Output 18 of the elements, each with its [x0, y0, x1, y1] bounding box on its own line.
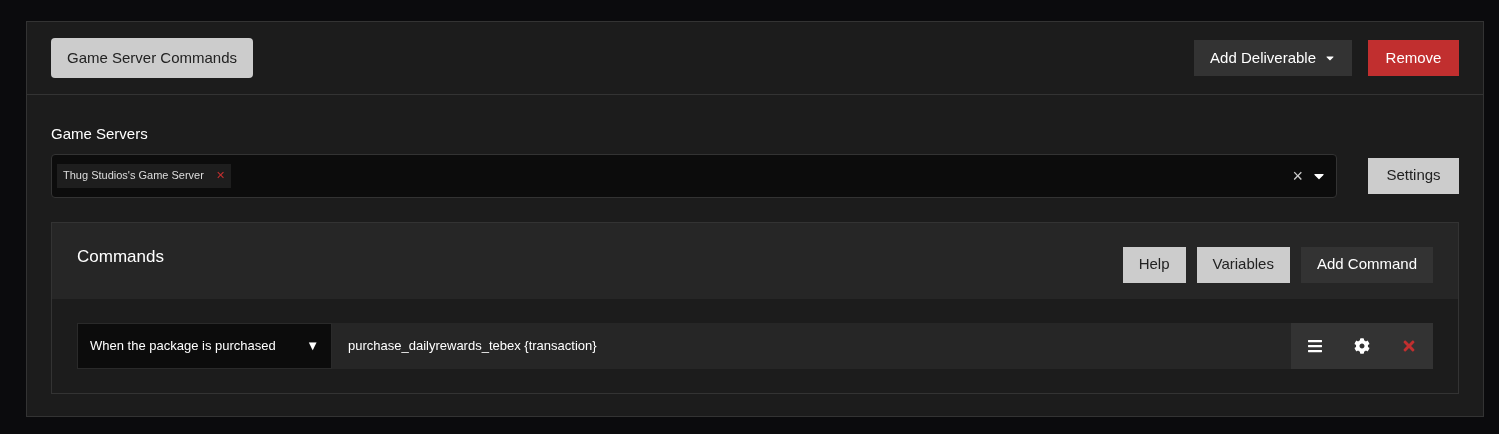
command-toolbar-button[interactable]: Help — [1122, 246, 1186, 283]
tag-label: Thug Studios's Game Server — [63, 168, 204, 184]
add-deliverable-button[interactable]: Add Deliverable — [1194, 40, 1352, 76]
trigger-select[interactable]: When the package is purchased ▼ — [77, 322, 332, 369]
section-button[interactable]: Game Server Commands — [51, 38, 254, 78]
server-select[interactable]: Thug Studios's Game Server ✕ × — [51, 153, 1337, 198]
panel-title: Commands — [77, 245, 164, 268]
field-label: Game Servers — [51, 124, 149, 144]
settings-button[interactable]: Settings — [1368, 157, 1459, 194]
command-toolbar-button[interactable]: Variables — [1196, 246, 1290, 283]
command-toolbar-button[interactable]: Add Command — [1300, 246, 1433, 283]
trigger-caret: ▼ — [306, 336, 319, 355]
command-input[interactable]: purchase_dailyrewards_tebex {transaction} — [332, 322, 1291, 369]
clear-selection[interactable]: × — [1292, 161, 1303, 190]
remove-button[interactable]: Remove — [1368, 40, 1459, 76]
settings-icon[interactable] — [1354, 337, 1370, 354]
trigger-value: When the package is purchased — [90, 336, 276, 355]
menu-icon[interactable] — [1306, 337, 1323, 354]
